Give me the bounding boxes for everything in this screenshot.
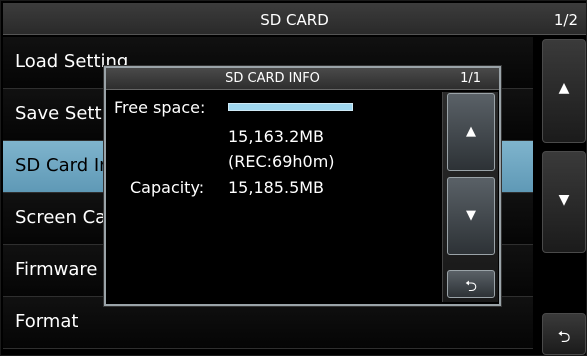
scroll-down-button[interactable]: ▼ (542, 151, 586, 253)
sd-card-info-dialog: SD CARD INFO 1/1 Free space: 15,163.2MB … (104, 66, 501, 306)
free-space-bar-fill (229, 104, 352, 110)
return-icon: ⮌ (557, 327, 571, 346)
dialog-scroll-up-button[interactable]: ▲ (447, 93, 495, 171)
up-arrow-icon: ▲ (558, 80, 570, 96)
free-space-bar (228, 103, 353, 111)
screen-title: SD CARD (260, 11, 329, 29)
title-bar: SD CARD 1/2 (3, 3, 586, 35)
dialog-scroll-panel: ▲ ▼ ⮌ (442, 92, 498, 302)
dialog-back-button[interactable]: ⮌ (447, 270, 495, 298)
menu-item-label: Screen Ca (15, 207, 107, 228)
menu-item-label: Save Setti (15, 103, 107, 124)
capacity-label: Capacity: (130, 178, 205, 197)
dialog-title: SD CARD INFO (225, 71, 320, 86)
scroll-up-button[interactable]: ▲ (542, 39, 586, 143)
dialog-page-indicator: 1/1 (460, 71, 481, 86)
down-arrow-icon: ▼ (558, 192, 570, 208)
menu-item-label: Firmware (15, 259, 98, 280)
free-space-value: 15,163.2MB (228, 127, 325, 146)
recording-time-value: (REC:69h0m) (228, 152, 335, 171)
free-space-label: Free space: (114, 98, 206, 117)
page-indicator: 1/2 (553, 11, 578, 29)
menu-item-label: SD Card In (15, 155, 111, 176)
screen-frame: SD CARD 1/2 Load Setting Save Setti SD C… (0, 0, 587, 356)
menu-item-label: Format (15, 311, 79, 332)
capacity-value: 15,185.5MB (228, 178, 325, 197)
return-icon: ⮌ (464, 277, 477, 295)
sd-info-panel: Free space: 15,163.2MB (REC:69h0m) Capac… (106, 90, 440, 304)
dialog-title-bar: SD CARD INFO 1/1 (106, 68, 499, 90)
back-button[interactable]: ⮌ (542, 313, 586, 355)
up-arrow-icon: ▲ (466, 124, 476, 139)
dialog-scroll-down-button[interactable]: ▼ (447, 177, 495, 255)
down-arrow-icon: ▼ (466, 208, 476, 223)
